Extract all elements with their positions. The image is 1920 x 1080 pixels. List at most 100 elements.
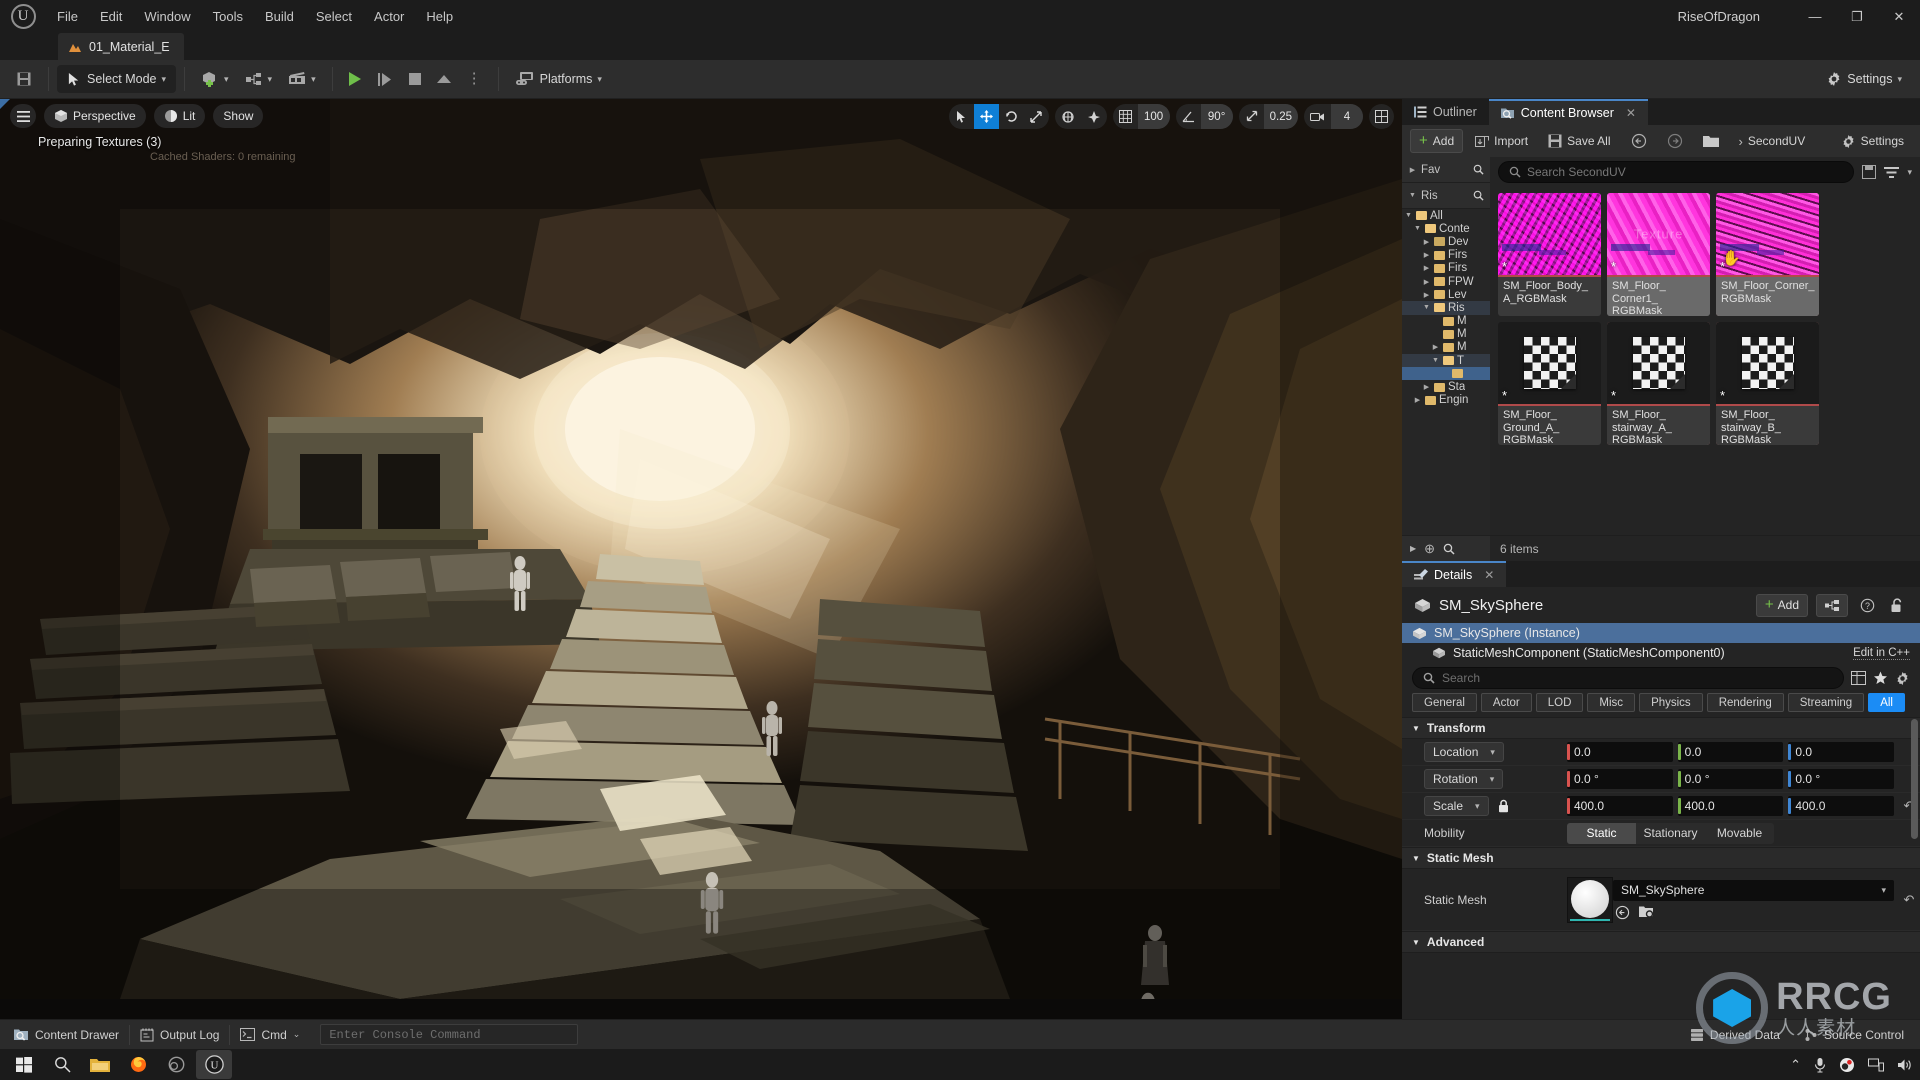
viewport-perspective-button[interactable]: Perspective (44, 104, 146, 128)
component-row-instance[interactable]: SM_SkySphere (Instance) (1402, 623, 1920, 643)
save-search-icon[interactable] (1862, 165, 1877, 179)
tab-details[interactable]: Details ✕ (1402, 561, 1507, 587)
menu-item-actor[interactable]: Actor (363, 0, 415, 33)
toolbar-settings-button[interactable]: Settings ▾ (1818, 65, 1910, 93)
import-button[interactable]: Import (1467, 129, 1536, 153)
menu-item-build[interactable]: Build (254, 0, 305, 33)
close-icon[interactable]: ✕ (1626, 106, 1636, 120)
mobility-static[interactable]: Static (1567, 822, 1636, 844)
rotation-x-input[interactable]: 0.0 ° (1567, 769, 1673, 789)
console-command-input[interactable]: Enter Console Command (320, 1024, 579, 1045)
chevron-right-icon[interactable]: ▶ (1422, 264, 1431, 272)
asset-tile[interactable]: Texture * SM_​Floor_​Corner1_​RGBMask (1607, 193, 1710, 316)
cinematics-button[interactable]: ▾ (280, 65, 324, 93)
project-sources-header[interactable]: ▼ Ris (1402, 183, 1490, 209)
play-options-button[interactable]: ⋮ (459, 65, 490, 93)
angle-snap-value[interactable]: 90° (1200, 104, 1233, 129)
filter-chip-all[interactable]: All (1868, 693, 1905, 712)
tree-node[interactable]: ▼ Conte (1402, 222, 1490, 235)
content-browser-add-button[interactable]: + Add (1410, 129, 1464, 153)
angle-snap-toggle[interactable] (1176, 104, 1201, 129)
blueprints-button[interactable]: ▾ (237, 65, 281, 93)
filter-chip-general[interactable]: General (1412, 693, 1477, 712)
menu-item-window[interactable]: Window (133, 0, 201, 33)
column-layout-icon[interactable] (1851, 671, 1866, 685)
unreal-engine-logo[interactable]: U (0, 0, 46, 33)
tree-node[interactable]: ▼ T (1402, 354, 1490, 368)
tab-content-browser[interactable]: Content Browser ✕ (1488, 99, 1648, 125)
tree-node[interactable]: ▼ Ris (1402, 301, 1490, 315)
source-control-button[interactable]: Source Control (1794, 1022, 1914, 1048)
favorite-star-icon[interactable] (1873, 671, 1888, 685)
browse-to-asset-icon[interactable] (1615, 905, 1630, 920)
back-button[interactable] (1623, 129, 1655, 153)
viewport-layout-button[interactable] (1369, 104, 1394, 129)
static-mesh-select[interactable]: SM_SkySphere ▾ (1613, 879, 1894, 901)
minimize-button[interactable]: — (1794, 0, 1836, 33)
firefox-button[interactable] (120, 1050, 156, 1079)
mobility-stationary[interactable]: Stationary (1636, 823, 1705, 844)
file-explorer-button[interactable] (82, 1050, 118, 1079)
component-row-staticmesh[interactable]: StaticMeshComponent (StaticMeshComponent… (1402, 643, 1920, 663)
section-advanced[interactable]: ▼ Advanced (1402, 931, 1920, 953)
section-static-mesh[interactable]: ▼ Static Mesh (1402, 847, 1920, 869)
filter-chip-streaming[interactable]: Streaming (1787, 693, 1865, 712)
lock-details-button[interactable] (1886, 594, 1908, 616)
add-actor-button[interactable]: ▾ (193, 65, 237, 93)
viewport-menu-button[interactable] (10, 104, 36, 128)
surface-snap-button[interactable] (1081, 104, 1107, 129)
filter-chip-lod[interactable]: LOD (1535, 693, 1584, 712)
chevron-right-icon[interactable]: ▶ (1422, 238, 1431, 246)
details-scrollbar[interactable] (1911, 719, 1918, 839)
mobility-movable[interactable]: Movable (1705, 823, 1774, 844)
tree-node[interactable]: ▶ Dev (1402, 235, 1490, 248)
location-x-input[interactable]: 0.0 (1567, 742, 1673, 762)
tree-node[interactable]: M (1402, 328, 1490, 341)
tree-node[interactable]: M (1402, 315, 1490, 328)
scale-label-button[interactable]: Scale ▾ (1424, 796, 1489, 816)
lock-icon[interactable] (1497, 799, 1510, 813)
chevron-right-icon[interactable]: ▶ (1422, 383, 1431, 391)
section-transform[interactable]: ▼ Transform (1402, 717, 1920, 739)
tree-node[interactable]: ▼ All (1402, 209, 1490, 222)
filter-icon[interactable] (1884, 166, 1900, 179)
level-viewport[interactable]: Perspective Lit Show 100 90° 0.25 4 Cach… (0, 99, 1402, 1019)
filter-chip-misc[interactable]: Misc (1587, 693, 1636, 712)
menu-item-tools[interactable]: Tools (202, 0, 254, 33)
network-icon[interactable] (1868, 1058, 1884, 1072)
tree-node[interactable]: ▶ Firs (1402, 262, 1490, 275)
asset-tile[interactable]: * SM_​Floor_​Body_​A_​RGBMask (1498, 193, 1601, 316)
world-space-button[interactable] (1055, 104, 1081, 129)
edit-in-cpp-link[interactable]: Edit in C++ (1853, 647, 1910, 660)
select-tool[interactable] (949, 104, 974, 129)
asset-tile[interactable]: * SM_​Floor_​stairway_​B_​RGBMask (1716, 322, 1819, 445)
content-browser-settings-button[interactable]: Settings (1833, 129, 1912, 153)
menu-item-help[interactable]: Help (415, 0, 464, 33)
chevron-down-icon[interactable]: ▼ (1413, 225, 1422, 232)
zoom-in-icon[interactable]: ⊕ (1424, 541, 1435, 557)
obs-button[interactable] (158, 1050, 194, 1079)
level-tab[interactable]: 01_Material_E (58, 33, 184, 60)
output-log-button[interactable]: Output Log (130, 1022, 229, 1048)
cmd-button[interactable]: Cmd ⌄ (230, 1022, 310, 1048)
unreal-editor-button[interactable]: U (196, 1050, 232, 1079)
breadcrumb-folder-button[interactable] (1695, 129, 1727, 153)
chevron-down-icon[interactable]: ▼ (1431, 357, 1440, 364)
scale-tool[interactable] (1024, 104, 1049, 129)
tree-node[interactable]: ▶ Sta (1402, 380, 1490, 393)
component-graph-button[interactable] (1816, 593, 1848, 617)
taskbar-search-button[interactable] (44, 1050, 80, 1079)
gear-icon[interactable] (1895, 671, 1910, 686)
grid-snap-toggle[interactable] (1113, 104, 1138, 129)
static-mesh-thumbnail[interactable] (1567, 876, 1613, 923)
expand-icon[interactable]: ▶ (1410, 544, 1416, 553)
chevron-right-icon[interactable]: ▶ (1422, 251, 1431, 259)
chevron-down-icon[interactable]: ▾ (1907, 167, 1912, 178)
search-icon[interactable] (1473, 190, 1484, 201)
tree-node[interactable]: ▶ Lev (1402, 288, 1490, 301)
forward-button[interactable] (1659, 129, 1691, 153)
static-mesh-revert-button[interactable]: ↶ (1898, 892, 1920, 908)
details-properties[interactable]: ▼ Transform Location ▾ 0.0 0.0 0.0 Rotat… (1402, 717, 1920, 1019)
asset-grid[interactable]: * SM_​Floor_​Body_​A_​RGBMask Texture * SM_​… (1490, 187, 1920, 535)
menu-item-file[interactable]: File (46, 0, 89, 33)
